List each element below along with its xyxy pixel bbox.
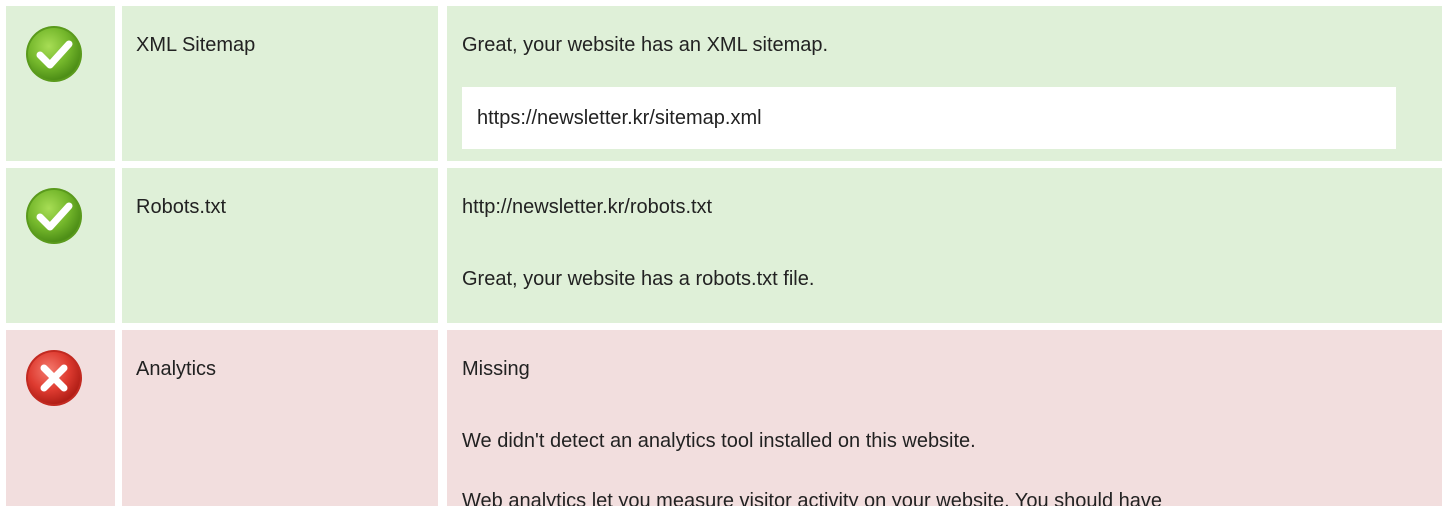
check-row-robots-txt: Robots.txt http://newsletter.kr/robots.t… [0, 168, 1448, 323]
result-message: Great, your website has an XML sitemap. [462, 34, 829, 56]
seo-report: XML Sitemap Great, your website has an X… [0, 0, 1448, 506]
check-icon [26, 26, 82, 82]
result-message: We didn't detect an analytics tool insta… [462, 430, 976, 452]
result-cell: Missing We didn't detect an analytics to… [447, 330, 1442, 506]
status-text: Missing [462, 358, 530, 380]
check-row-analytics: Analytics Missing We didn't detect an an… [0, 330, 1448, 506]
check-row-xml-sitemap: XML Sitemap Great, your website has an X… [0, 6, 1448, 161]
result-detail: Web analytics let you measure visitor ac… [462, 490, 1162, 506]
status-cell [6, 6, 115, 161]
result-cell: Great, your website has an XML sitemap. … [447, 6, 1442, 161]
label-cell: Analytics [122, 330, 438, 506]
label-cell: XML Sitemap [122, 6, 438, 161]
sitemap-url[interactable]: https://newsletter.kr/sitemap.xml [477, 106, 762, 130]
check-icon [26, 188, 82, 244]
check-label: Analytics [136, 358, 217, 380]
result-message: Great, your website has a robots.txt fil… [462, 268, 815, 290]
result-cell: http://newsletter.kr/robots.txt Great, y… [447, 168, 1442, 323]
robots-url[interactable]: http://newsletter.kr/robots.txt [462, 195, 712, 219]
check-label: XML Sitemap [136, 34, 256, 56]
check-label: Robots.txt [136, 196, 227, 218]
status-cell [6, 330, 115, 506]
sitemap-url-box: https://newsletter.kr/sitemap.xml [462, 87, 1396, 149]
status-cell [6, 168, 115, 323]
label-cell: Robots.txt [122, 168, 438, 323]
cross-icon [26, 350, 82, 406]
